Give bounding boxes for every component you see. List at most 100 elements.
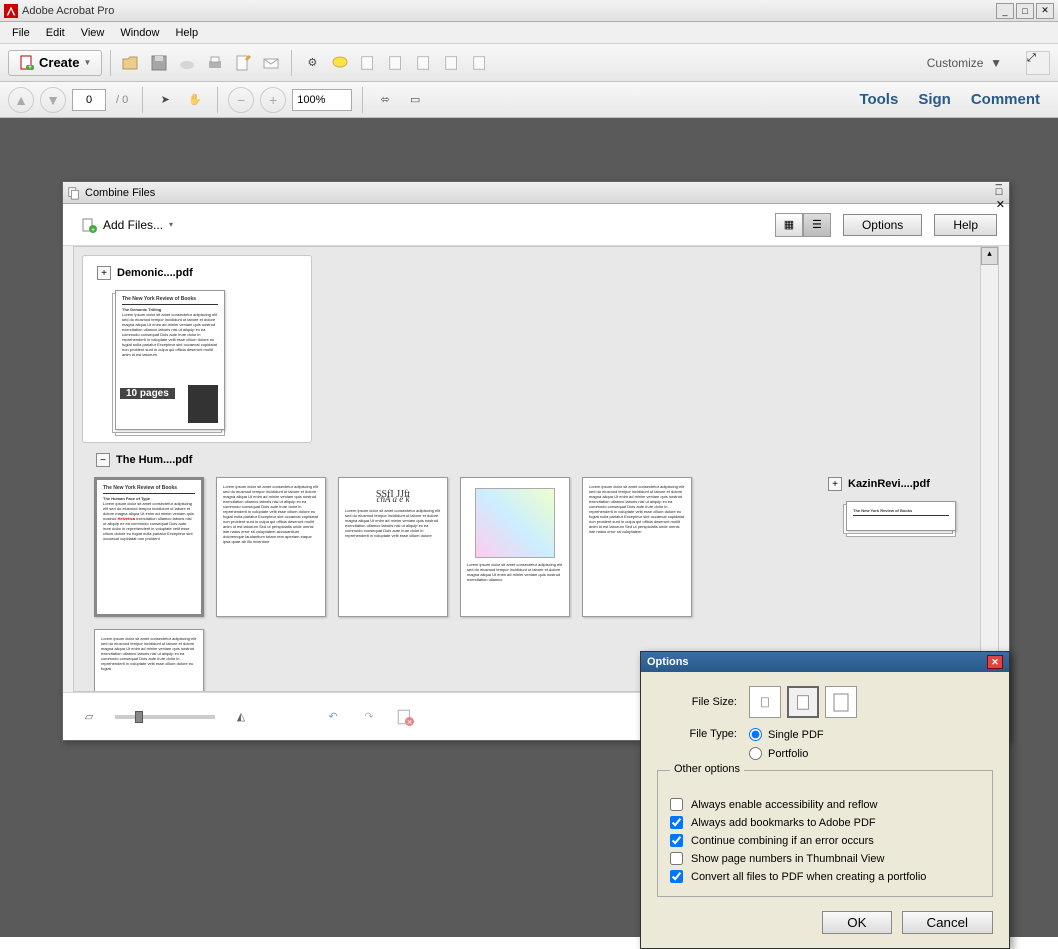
menu-window[interactable]: Window bbox=[112, 25, 167, 41]
menu-help[interactable]: Help bbox=[167, 25, 206, 41]
tool-icon-3[interactable] bbox=[412, 51, 436, 75]
fit-page-icon[interactable]: ▭ bbox=[403, 88, 427, 112]
radio-input[interactable] bbox=[749, 747, 762, 760]
check-accessibility[interactable]: Always enable accessibility and reflow bbox=[670, 798, 980, 811]
check-pagenumbers[interactable]: Show page numbers in Thumbnail View bbox=[670, 852, 980, 865]
filetype-label: File Type: bbox=[657, 728, 737, 740]
expand-button[interactable]: ⤢ bbox=[1026, 51, 1050, 75]
expand-icon[interactable]: + bbox=[828, 477, 842, 491]
add-files-button[interactable]: + Add Files... ▾ bbox=[75, 213, 179, 237]
cloud-icon[interactable] bbox=[175, 51, 199, 75]
other-options-legend: Other options bbox=[670, 763, 744, 775]
ok-button[interactable]: OK bbox=[822, 911, 891, 934]
filesize-buttons bbox=[749, 686, 857, 718]
email-icon[interactable] bbox=[259, 51, 283, 75]
undo-icon[interactable]: ↶ bbox=[323, 707, 343, 727]
tool-icon-5[interactable] bbox=[468, 51, 492, 75]
minimize-button[interactable]: _ bbox=[996, 3, 1014, 19]
checkbox-input[interactable] bbox=[670, 852, 683, 865]
radio-label: Portfolio bbox=[768, 748, 808, 760]
page-thumbnail[interactable]: The New York Review of Books The Human F… bbox=[94, 477, 204, 617]
create-button[interactable]: + Create ▼ bbox=[8, 50, 102, 76]
document-area: Combine Files _ □ ✕ + Add Files... ▾ ▦ ☰… bbox=[0, 118, 1058, 937]
zoom-slider[interactable] bbox=[115, 715, 215, 719]
combine-minimize-button[interactable]: _ bbox=[996, 174, 1005, 186]
hand-tool-icon[interactable]: ✋ bbox=[183, 88, 207, 112]
menu-file[interactable]: File bbox=[4, 25, 38, 41]
create-label: Create bbox=[39, 55, 79, 70]
tool-icon-2[interactable] bbox=[384, 51, 408, 75]
file-group-3[interactable]: + KazinRevi....pdf The New York Review o… bbox=[814, 467, 999, 543]
page-thumbnail[interactable]: Lorem ipsum dolor sit amet consectetur a… bbox=[460, 477, 570, 617]
page-thumbnail[interactable]: Lorem ipsum dolor sit amet consectetur a… bbox=[94, 629, 204, 692]
check-continue[interactable]: Continue combining if an error occurs bbox=[670, 834, 980, 847]
file-group-1[interactable]: + Demonic....pdf The New York Review of … bbox=[82, 255, 312, 443]
options-close-button[interactable]: ✕ bbox=[987, 655, 1003, 669]
checkbox-input[interactable] bbox=[670, 816, 683, 829]
cancel-button[interactable]: Cancel bbox=[902, 911, 994, 934]
main-toolbar: + Create ▼ ⚙ Customize ▼ ⤢ bbox=[0, 44, 1058, 82]
tool-icon-4[interactable] bbox=[440, 51, 464, 75]
check-bookmarks[interactable]: Always add bookmarks to Adobe PDF bbox=[670, 816, 980, 829]
page-input[interactable] bbox=[72, 89, 106, 111]
filesize-default-button[interactable] bbox=[787, 686, 819, 718]
zoom-in-icon[interactable]: ◭ bbox=[231, 707, 251, 727]
scroll-up-button[interactable]: ▴ bbox=[981, 247, 998, 265]
open-icon[interactable] bbox=[119, 51, 143, 75]
expand-icon[interactable]: + bbox=[97, 266, 111, 280]
pages-badge: 10 pages bbox=[120, 388, 175, 399]
file-thumbnail-3[interactable]: The New York Review of Books bbox=[846, 501, 956, 531]
filesize-small-button[interactable] bbox=[749, 686, 781, 718]
collapse-icon[interactable]: − bbox=[96, 453, 110, 467]
sign-link[interactable]: Sign bbox=[918, 91, 951, 108]
page-thumbnail[interactable]: SSfI JJftchA a e kLorem ipsum dolor sit … bbox=[338, 477, 448, 617]
zoom-select[interactable] bbox=[292, 89, 352, 111]
menu-edit[interactable]: Edit bbox=[38, 25, 73, 41]
customize-button[interactable]: Customize ▼ bbox=[915, 52, 1014, 74]
edit-icon[interactable] bbox=[231, 51, 255, 75]
dropdown-arrow-icon: ▾ bbox=[169, 220, 173, 229]
radio-input[interactable] bbox=[749, 728, 762, 741]
scrollbar[interactable]: ▴ bbox=[980, 247, 998, 691]
checkbox-input[interactable] bbox=[670, 834, 683, 847]
dialog-buttons: OK Cancel bbox=[657, 911, 993, 934]
save-icon[interactable] bbox=[147, 51, 171, 75]
file-thumbnail-1[interactable]: The New York Review of Books The Demonic… bbox=[115, 290, 225, 430]
zoom-out-icon[interactable]: ▱ bbox=[79, 707, 99, 727]
tools-link[interactable]: Tools bbox=[859, 91, 898, 108]
tool-icon-1[interactable] bbox=[356, 51, 380, 75]
gear-icon[interactable]: ⚙ bbox=[300, 51, 324, 75]
thumbnail-view-button[interactable]: ▦ bbox=[775, 213, 803, 237]
separator bbox=[142, 87, 143, 113]
select-tool-icon[interactable]: ➤ bbox=[153, 88, 177, 112]
comment-link[interactable]: Comment bbox=[971, 91, 1040, 108]
remove-icon[interactable]: ✕ bbox=[395, 707, 415, 727]
list-view-button[interactable]: ☰ bbox=[803, 213, 831, 237]
page-thumbnail[interactable]: Lorem ipsum dolor sit amet consectetur a… bbox=[582, 477, 692, 617]
combine-close-button[interactable]: ✕ bbox=[996, 198, 1005, 211]
file-header-2: − The Hum....pdf bbox=[88, 449, 756, 471]
page-down-button[interactable]: ▼ bbox=[40, 87, 66, 113]
options-button[interactable]: Options bbox=[843, 214, 922, 236]
zoom-handle[interactable] bbox=[135, 711, 143, 723]
help-button[interactable]: Help bbox=[934, 214, 997, 236]
close-button[interactable]: ✕ bbox=[1036, 3, 1054, 19]
zoom-out-button[interactable]: − bbox=[228, 87, 254, 113]
print-icon[interactable] bbox=[203, 51, 227, 75]
zoom-in-button[interactable]: + bbox=[260, 87, 286, 113]
redo-icon[interactable]: ↷ bbox=[359, 707, 379, 727]
customize-label: Customize bbox=[927, 56, 984, 70]
fit-width-icon[interactable]: ⬄ bbox=[373, 88, 397, 112]
comment-icon[interactable] bbox=[328, 51, 352, 75]
check-convert[interactable]: Convert all files to PDF when creating a… bbox=[670, 870, 980, 883]
checkbox-input[interactable] bbox=[670, 798, 683, 811]
filetype-single-radio[interactable]: Single PDF bbox=[749, 728, 824, 741]
maximize-button[interactable]: □ bbox=[1016, 3, 1034, 19]
checkbox-input[interactable] bbox=[670, 870, 683, 883]
combine-maximize-button[interactable]: □ bbox=[996, 186, 1005, 198]
menu-view[interactable]: View bbox=[73, 25, 113, 41]
page-up-button[interactable]: ▲ bbox=[8, 87, 34, 113]
filesize-large-button[interactable] bbox=[825, 686, 857, 718]
filetype-portfolio-radio[interactable]: Portfolio bbox=[749, 747, 824, 760]
page-thumbnail[interactable]: Lorem ipsum dolor sit amet consectetur a… bbox=[216, 477, 326, 617]
